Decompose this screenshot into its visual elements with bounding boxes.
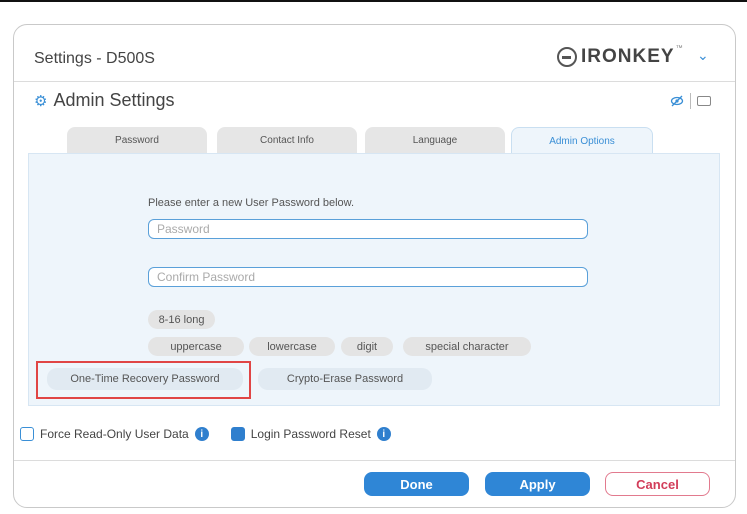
- done-button[interactable]: Done: [364, 472, 469, 496]
- ironkey-logo: IRONKEY ™: [557, 45, 683, 69]
- info-icon[interactable]: i: [376, 427, 391, 441]
- crypto-erase-password-button[interactable]: Crypto-Erase Password: [258, 368, 432, 390]
- tab-password[interactable]: Password: [67, 127, 207, 153]
- login-password-reset-label: Login Password Reset: [250, 427, 371, 441]
- password-field[interactable]: [148, 219, 588, 239]
- tab-label: Language: [412, 134, 458, 146]
- confirm-password-field[interactable]: [148, 267, 588, 287]
- tab-label: Contact Info: [260, 134, 314, 146]
- rule-uppercase-badge: uppercase: [148, 337, 244, 356]
- ironkey-logo-icon: [557, 47, 577, 67]
- highlight-box: [36, 361, 251, 399]
- tab-admin-options[interactable]: Admin Options: [511, 127, 653, 154]
- section-title: Admin Settings: [53, 90, 175, 110]
- brand-name: IRONKEY: [581, 46, 675, 67]
- tab-contact-info[interactable]: Contact Info: [217, 127, 357, 153]
- rule-special-badge: special character: [403, 337, 531, 356]
- tab-label: Admin Options: [549, 135, 615, 147]
- footer-divider: [14, 460, 735, 461]
- rule-digit-badge: digit: [341, 337, 393, 356]
- force-readonly-checkbox[interactable]: [20, 427, 34, 441]
- admin-options-panel: Please enter a new User Password below. …: [28, 153, 720, 406]
- rule-lowercase-badge: lowercase: [249, 337, 335, 356]
- top-border-line: [0, 0, 747, 2]
- keyboard-icon[interactable]: [697, 96, 711, 106]
- tab-language[interactable]: Language: [365, 127, 505, 153]
- rule-length-badge: 8-16 long: [148, 310, 215, 329]
- force-readonly-label: Force Read-Only User Data: [40, 427, 189, 441]
- password-prompt: Please enter a new User Password below.: [148, 197, 355, 209]
- window-title: Settings - D500S: [34, 50, 155, 67]
- icon-separator: [690, 93, 691, 109]
- apply-button[interactable]: Apply: [485, 472, 590, 496]
- section-header: ⚙ Admin Settings: [34, 90, 175, 111]
- option-checkboxes: Force Read-Only User Data i Login Passwo…: [20, 427, 391, 441]
- login-password-reset-checkbox[interactable]: [230, 427, 245, 441]
- settings-dialog: Settings - D500S IRONKEY ™ ⌄ ⚙ Admin Set…: [13, 24, 736, 508]
- tab-label: Password: [115, 134, 159, 146]
- title-divider: [14, 81, 735, 82]
- info-icon[interactable]: i: [194, 427, 209, 441]
- cancel-button[interactable]: Cancel: [605, 472, 710, 496]
- password-input[interactable]: [149, 220, 587, 238]
- gear-icon: ⚙: [34, 92, 48, 110]
- confirm-password-input[interactable]: [149, 268, 587, 286]
- brand-trademark: ™: [675, 45, 683, 52]
- eye-slash-icon[interactable]: [670, 94, 684, 108]
- chevron-down-icon[interactable]: ⌄: [697, 47, 709, 64]
